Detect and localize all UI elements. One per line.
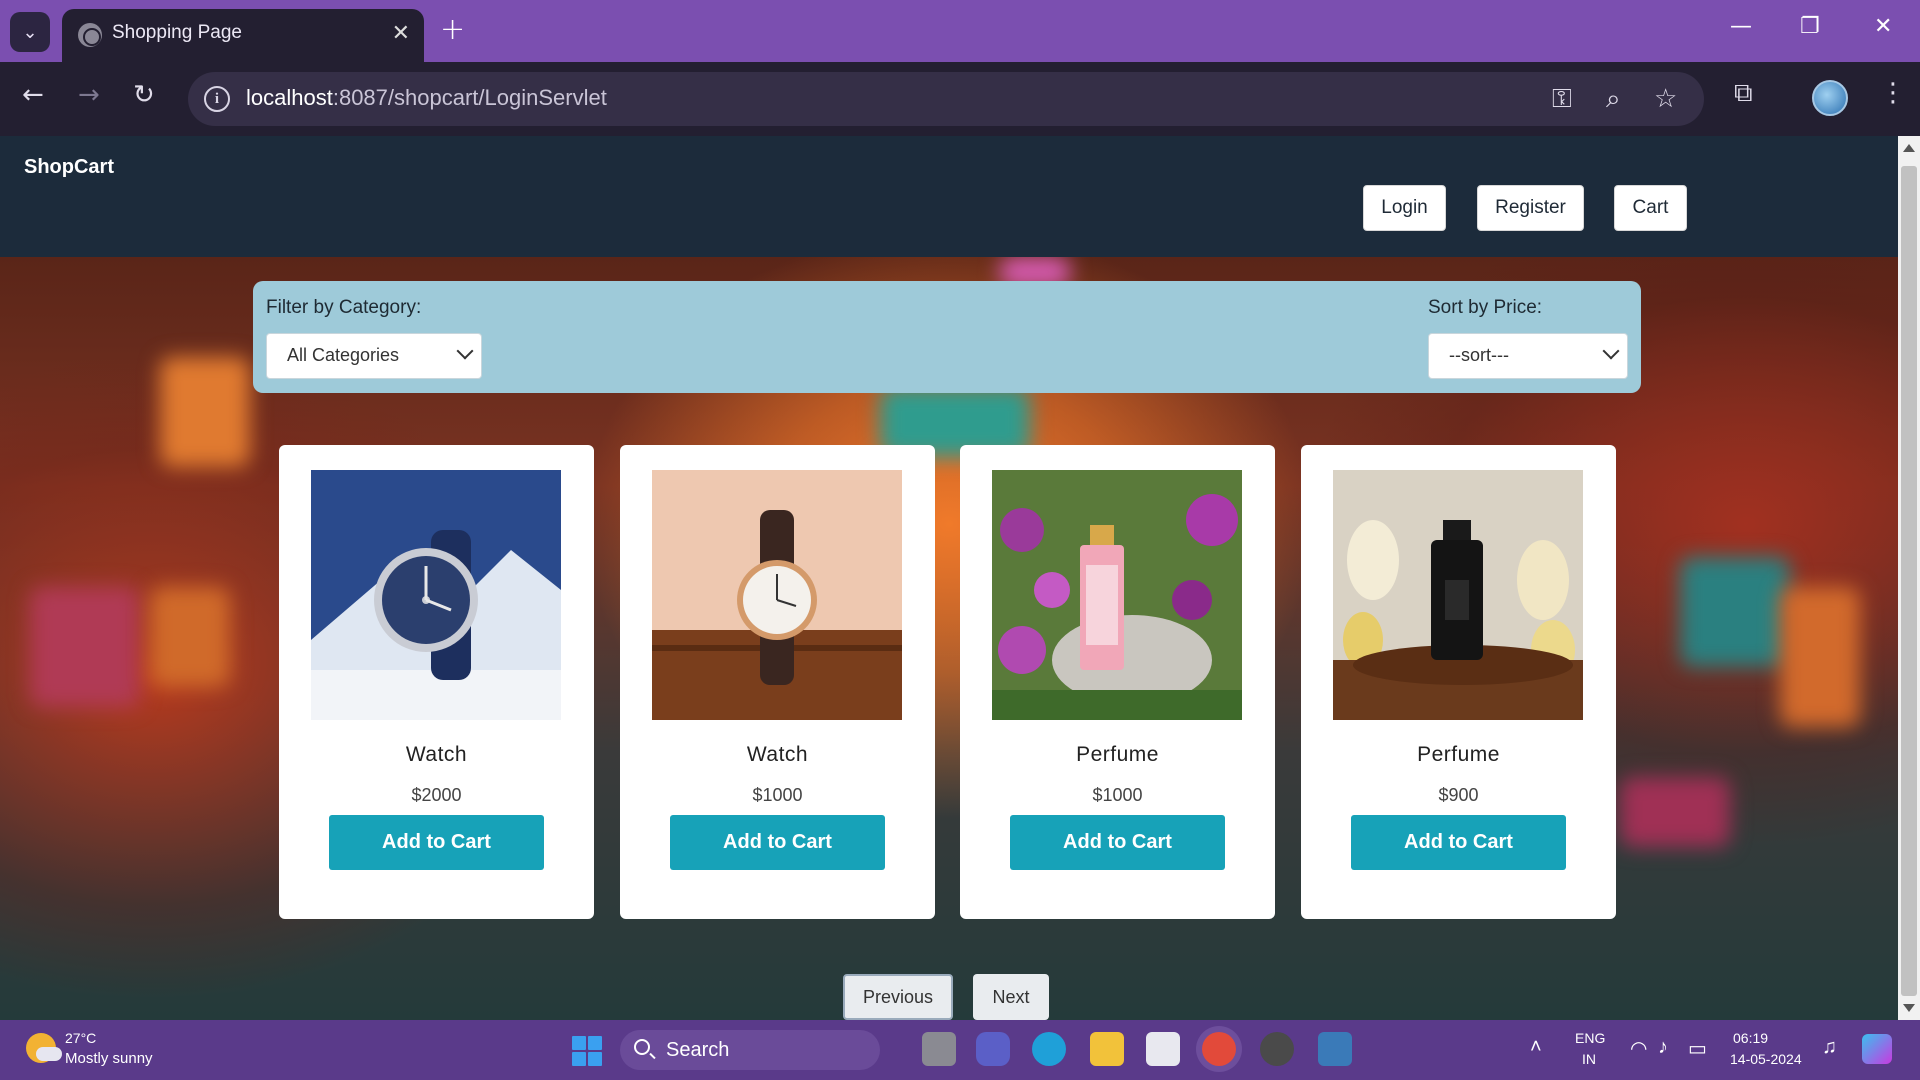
filter-bar: Filter by Category: All Categories Sort … bbox=[253, 281, 1641, 393]
windows-taskbar: 27°C Mostly sunny Search ˄ ENG IN ◠ ♪ ▭ … bbox=[0, 1020, 1920, 1080]
more-menu-icon[interactable]: ⋮ bbox=[1880, 78, 1906, 108]
extensions-icon[interactable]: ⧉ bbox=[1734, 78, 1753, 109]
settings-gear-icon[interactable] bbox=[1260, 1032, 1294, 1066]
clock-time[interactable]: 06:19 bbox=[1733, 1030, 1768, 1046]
background-box bbox=[30, 587, 140, 707]
chevron-down-icon: ⌄ bbox=[22, 21, 38, 43]
category-filter-label: Filter by Category: bbox=[266, 297, 422, 318]
volume-icon[interactable]: ♪ bbox=[1658, 1036, 1668, 1059]
hero-background: Filter by Category: All Categories Sort … bbox=[0, 257, 1898, 1020]
product-image-watch[interactable] bbox=[311, 470, 561, 720]
tab-search-button[interactable]: ⌄ bbox=[10, 12, 50, 52]
language-top[interactable]: ENG bbox=[1575, 1030, 1605, 1046]
product-price: $1000 bbox=[1092, 785, 1143, 805]
sort-label: Sort by Price: bbox=[1428, 297, 1543, 318]
url-text[interactable]: localhost:8087/shopcart/LoginServlet bbox=[246, 85, 607, 111]
search-icon bbox=[634, 1039, 650, 1055]
previous-page-button[interactable]: Previous bbox=[843, 974, 953, 1020]
zoom-icon[interactable]: ⌕ bbox=[1606, 84, 1621, 115]
notification-bell-icon[interactable]: ♫ bbox=[1822, 1036, 1837, 1059]
page-scrollbar[interactable] bbox=[1898, 136, 1920, 1020]
site-header: ShopCart Login Register Cart bbox=[0, 136, 1898, 257]
site-logo[interactable]: ShopCart bbox=[24, 156, 114, 179]
file-explorer-icon[interactable] bbox=[1090, 1032, 1124, 1066]
browser-toolbar: ← → ↻ i localhost:8087/shopcart/LoginSer… bbox=[0, 62, 1920, 136]
edge-icon[interactable] bbox=[1032, 1032, 1066, 1066]
product-image-watch[interactable] bbox=[652, 470, 902, 720]
next-page-button[interactable]: Next bbox=[973, 974, 1049, 1020]
scroll-up-icon[interactable] bbox=[1903, 144, 1915, 152]
chevron-down-icon bbox=[456, 342, 474, 360]
weather-temperature: 27°C bbox=[65, 1030, 97, 1046]
wifi-icon[interactable]: ◠ bbox=[1630, 1036, 1647, 1061]
windows-start-icon[interactable] bbox=[572, 1036, 602, 1066]
new-tab-button[interactable]: + bbox=[440, 12, 465, 47]
login-button[interactable]: Login bbox=[1363, 185, 1446, 231]
product-image-perfume[interactable] bbox=[1333, 470, 1583, 720]
weather-icon[interactable] bbox=[26, 1033, 62, 1063]
background-box bbox=[1620, 777, 1730, 847]
postgres-icon[interactable] bbox=[1318, 1032, 1352, 1066]
product-card: Perfume $1000 Add to Cart bbox=[960, 445, 1275, 919]
language-bottom[interactable]: IN bbox=[1582, 1051, 1596, 1067]
category-select[interactable]: All Categories bbox=[266, 333, 482, 379]
product-image-perfume[interactable] bbox=[992, 470, 1242, 720]
copilot-icon[interactable] bbox=[1862, 1034, 1892, 1064]
add-to-cart-button[interactable]: Add to Cart bbox=[1010, 815, 1225, 870]
globe-icon bbox=[78, 23, 102, 47]
background-box bbox=[1680, 557, 1790, 667]
background-box bbox=[160, 357, 250, 467]
background-box bbox=[1780, 587, 1860, 727]
add-to-cart-button[interactable]: Add to Cart bbox=[329, 815, 544, 870]
chevron-up-icon[interactable]: ˄ bbox=[1530, 1036, 1542, 1059]
tab-title: Shopping Page bbox=[112, 22, 242, 43]
close-window-icon[interactable]: ✕ bbox=[1874, 14, 1892, 39]
battery-icon[interactable]: ▭ bbox=[1688, 1036, 1707, 1061]
store-icon[interactable] bbox=[1146, 1032, 1180, 1066]
product-name: Watch bbox=[746, 743, 809, 766]
back-icon[interactable]: ← bbox=[22, 80, 44, 110]
weather-condition: Mostly sunny bbox=[65, 1050, 153, 1067]
meet-icon[interactable] bbox=[976, 1032, 1010, 1066]
add-to-cart-button[interactable]: Add to Cart bbox=[1351, 815, 1566, 870]
register-button[interactable]: Register bbox=[1477, 185, 1584, 231]
product-price: $2000 bbox=[411, 785, 462, 805]
task-view-icon[interactable] bbox=[922, 1032, 956, 1066]
restore-icon[interactable]: ❐ bbox=[1800, 14, 1820, 39]
minimize-icon[interactable]: — bbox=[1730, 14, 1752, 39]
close-tab-button[interactable]: ✕ bbox=[392, 21, 410, 46]
web-page: ShopCart Login Register Cart Filter by C… bbox=[0, 136, 1898, 1020]
product-name: Watch bbox=[405, 743, 468, 766]
chrome-icon[interactable] bbox=[1202, 1032, 1236, 1066]
product-name: Perfume bbox=[1417, 743, 1500, 766]
product-card: Perfume $900 Add to Cart bbox=[1301, 445, 1616, 919]
bookmark-star-icon[interactable]: ☆ bbox=[1654, 84, 1677, 114]
sort-select[interactable]: --sort--- bbox=[1428, 333, 1628, 379]
profile-avatar[interactable] bbox=[1812, 80, 1848, 116]
add-to-cart-button[interactable]: Add to Cart bbox=[670, 815, 885, 870]
product-price: $900 bbox=[1438, 785, 1479, 805]
browser-tab[interactable]: Shopping Page ✕ bbox=[62, 9, 424, 62]
cart-button[interactable]: Cart bbox=[1614, 185, 1687, 231]
scroll-down-icon[interactable] bbox=[1903, 1004, 1915, 1012]
taskbar-search[interactable]: Search bbox=[620, 1030, 880, 1070]
product-card: Watch $1000 Add to Cart bbox=[620, 445, 935, 919]
password-key-icon[interactable]: ⚿ bbox=[1552, 84, 1572, 115]
scrollbar-thumb[interactable] bbox=[1901, 166, 1917, 996]
browser-tab-bar: ⌄ Shopping Page ✕ + — ❐ ✕ bbox=[0, 0, 1920, 62]
address-bar[interactable]: i localhost:8087/shopcart/LoginServlet ⚿… bbox=[188, 72, 1704, 126]
reload-icon[interactable]: ↻ bbox=[133, 80, 155, 110]
chevron-down-icon bbox=[1602, 342, 1620, 360]
site-info-icon[interactable]: i bbox=[204, 86, 230, 112]
product-price: $1000 bbox=[752, 785, 803, 805]
background-box bbox=[150, 587, 230, 687]
clock-date[interactable]: 14-05-2024 bbox=[1730, 1051, 1802, 1067]
product-name: Perfume bbox=[1076, 743, 1159, 766]
product-card: Watch $2000 Add to Cart bbox=[279, 445, 594, 919]
forward-icon[interactable]: → bbox=[78, 80, 100, 110]
